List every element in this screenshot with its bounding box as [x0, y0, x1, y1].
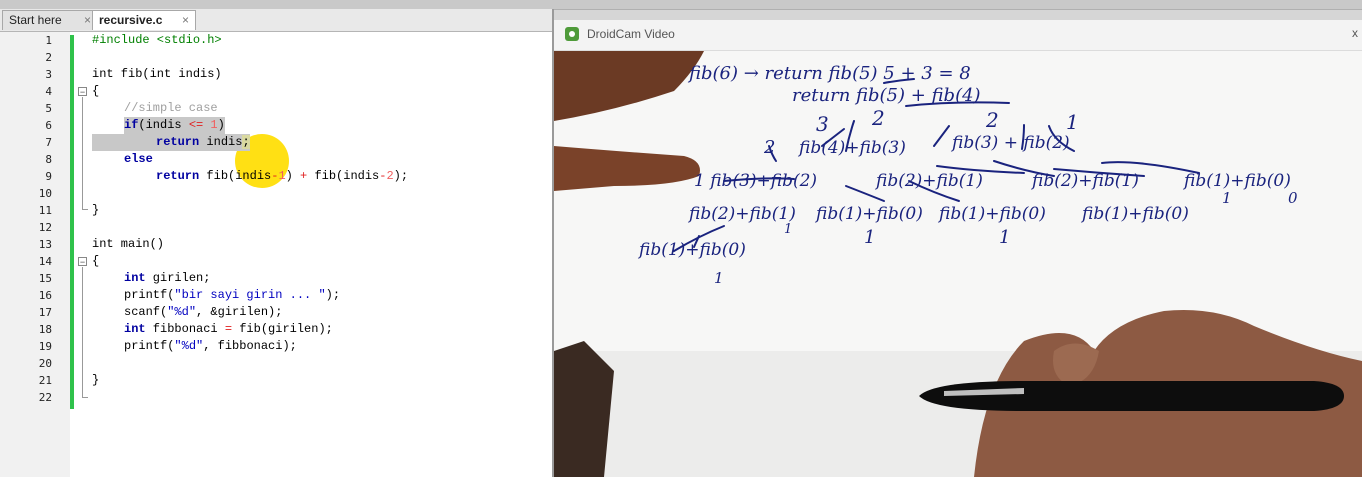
svg-text:1: 1: [864, 227, 875, 248]
line-number: 21: [38, 374, 52, 387]
code-line: 8 else: [0, 151, 553, 168]
code-line: 13 int main(): [0, 236, 553, 253]
tab-start-here[interactable]: Start here ×: [2, 10, 98, 30]
code-text: int girilen;: [124, 271, 211, 285]
line-number: 1: [45, 34, 52, 47]
svg-text:1: 1: [1066, 110, 1079, 134]
code-text: scanf("%d", &girilen);: [124, 305, 283, 319]
line-number: 18: [38, 323, 52, 336]
code-line: 17 scanf("%d", &girilen);: [0, 304, 553, 321]
line-number: 7: [45, 136, 52, 149]
svg-text:1 fib(3)+fib(2): 1 fib(3)+fib(2): [694, 171, 817, 191]
svg-text:fib(6) → return fib(5) 5 + 3 =: fib(6) → return fib(5) 5 + 3 = 8: [687, 63, 971, 84]
line-number: 19: [38, 340, 52, 353]
code-line: 5 //simple case: [0, 100, 553, 117]
line-number: 22: [38, 391, 52, 404]
line-number: 15: [38, 272, 52, 285]
code-text: printf("bir sayi girin ... ");: [124, 288, 341, 302]
line-number: 10: [38, 187, 52, 200]
svg-text:2: 2: [871, 106, 885, 130]
svg-text:fib(1)+fib(0): fib(1)+fib(0): [937, 204, 1046, 224]
code-text: int fibbonaci = fib(girilen);: [124, 322, 333, 336]
code-text: {: [92, 84, 100, 98]
svg-text:2: 2: [985, 108, 999, 132]
code-line: 21}: [0, 372, 553, 389]
line-number: 6: [45, 119, 52, 132]
code-text: int fib(int indis): [92, 67, 222, 81]
line-number: 12: [38, 221, 52, 234]
webcam-video-frame: fib(6) → return fib(5) 5 + 3 = 8 return …: [554, 51, 1362, 477]
line-number: 8: [45, 153, 52, 166]
svg-text:3: 3: [816, 112, 829, 136]
code-line: 1 #include <stdio.h>: [0, 32, 553, 49]
line-number: 3: [45, 68, 52, 81]
close-icon[interactable]: ×: [84, 11, 91, 30]
line-number: 4: [45, 85, 52, 98]
code-text: {: [92, 254, 100, 268]
code-text: int main(): [92, 237, 165, 251]
line-number: 13: [38, 238, 52, 251]
code-text: else: [124, 152, 153, 166]
code-text: #include <stdio.h>: [92, 33, 222, 47]
code-line: 2: [0, 49, 553, 66]
code-line: 4{: [0, 83, 553, 100]
line-number: 16: [38, 289, 52, 302]
tab-label: recursive.c: [99, 13, 163, 27]
code-line: 11}: [0, 202, 553, 219]
svg-text:fib(4)+fib(3): fib(4)+fib(3): [797, 138, 906, 158]
tab-label: Start here: [9, 13, 62, 27]
code-line: 10: [0, 185, 553, 202]
svg-text:fib(3) + fib(2): fib(3) + fib(2): [950, 133, 1070, 153]
close-icon[interactable]: x: [1352, 26, 1358, 40]
svg-text:1: 1: [999, 227, 1010, 248]
line-number: 11: [38, 204, 52, 217]
svg-text:1: 1: [714, 269, 724, 287]
video-frame-picture: fib(6) → return fib(5) 5 + 3 = 8 return …: [554, 51, 1362, 477]
svg-text:1: 1: [784, 222, 792, 237]
code-line: 19 printf("%d", fibbonaci);: [0, 338, 553, 355]
code-line: 22: [0, 389, 553, 406]
svg-text:fib(2)+fib(1): fib(2)+fib(1): [1030, 171, 1139, 191]
line-number: 20: [38, 357, 52, 370]
code-line: 16 printf("bir sayi girin ... ");: [0, 287, 553, 304]
code-line: 20: [0, 355, 553, 372]
code-line: 3 int fib(int indis): [0, 66, 553, 83]
svg-text:0: 0: [1288, 189, 1298, 207]
line-number: 9: [45, 170, 52, 183]
svg-text:return fib(5) + fib(4): return fib(5) + fib(4): [792, 85, 981, 106]
code-line: 15 int girilen;: [0, 270, 553, 287]
code-text: }: [92, 373, 100, 387]
video-window-title: DroidCam Video: [587, 27, 675, 41]
close-icon[interactable]: ×: [182, 11, 189, 30]
code-text: return fib(indis-1) + fib(indis-2);: [156, 169, 409, 183]
code-line: 9 return fib(indis-1) + fib(indis-2);: [0, 168, 553, 185]
code-line: 6 if(indis <= 1): [0, 117, 553, 134]
svg-text:fib(2)+fib(1): fib(2)+fib(1): [687, 204, 796, 224]
code-editor[interactable]: − − 1 #include <stdio.h> 2 3 int fib(int i…: [0, 32, 553, 477]
code-line: 14 {: [0, 253, 553, 270]
line-number: 17: [38, 306, 52, 319]
svg-text:fib(2)+fib(1): fib(2)+fib(1): [874, 171, 983, 191]
line-number: 5: [45, 102, 52, 115]
svg-text:1: 1: [1222, 189, 1232, 207]
code-line: 12: [0, 219, 553, 236]
code-comment: //simple case: [124, 101, 218, 115]
svg-text:fib(1)+fib(0): fib(1)+fib(0): [1080, 204, 1189, 224]
code-line: 7 return indis;: [0, 134, 553, 151]
line-number: 2: [45, 51, 52, 64]
editor-tab-bar: Start here × recursive.c ×: [0, 9, 553, 32]
droidcam-icon: [565, 27, 579, 41]
line-number: 14: [38, 255, 52, 268]
svg-text:fib(1)+fib(0): fib(1)+fib(0): [637, 240, 746, 260]
code-line: 18 int fibbonaci = fib(girilen);: [0, 321, 553, 338]
code-text: }: [92, 203, 100, 217]
svg-text:2: 2: [763, 137, 775, 158]
tab-recursive-c[interactable]: recursive.c ×: [92, 10, 196, 30]
svg-text:fib(1)+fib(0): fib(1)+fib(0): [814, 204, 923, 224]
svg-text:fib(1)+fib(0): fib(1)+fib(0): [1182, 171, 1291, 191]
video-window-titlebar[interactable]: DroidCam Video x: [554, 20, 1362, 51]
code-text: return indis;: [92, 134, 250, 151]
code-text: if(indis <= 1): [124, 117, 225, 134]
code-text: printf("%d", fibbonaci);: [124, 339, 297, 353]
